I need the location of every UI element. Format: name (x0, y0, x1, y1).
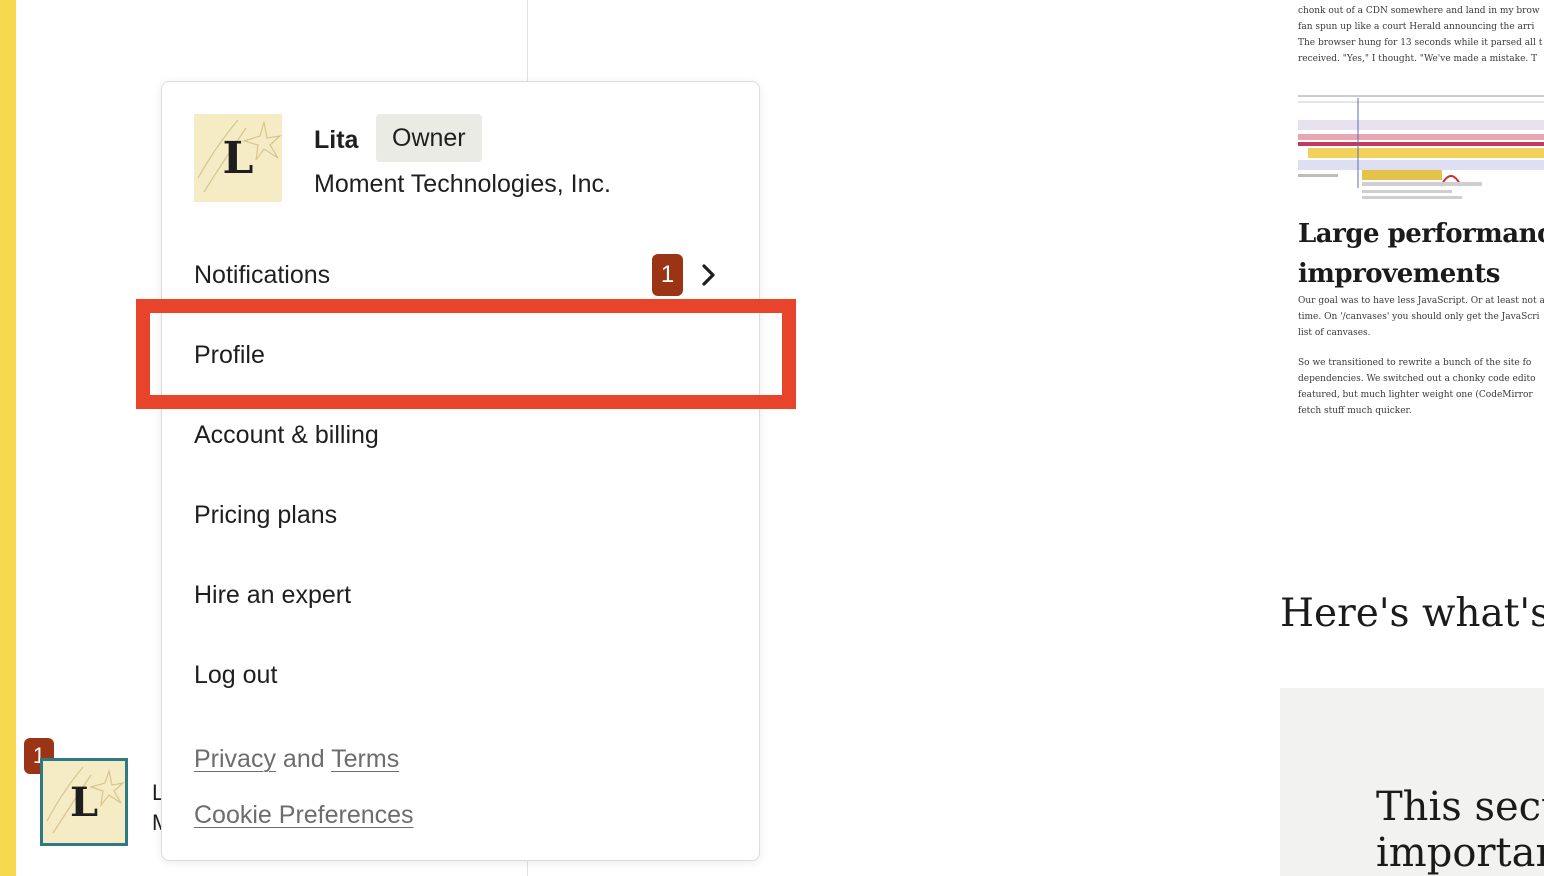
thumb-text-line: chonk out of a CDN somewhere and land in… (1298, 6, 1540, 16)
menu-item-label: Pricing plans (194, 501, 338, 529)
thumb-text-line: fetch stuff much quicker. (1298, 406, 1412, 416)
section-heading: Here's what's h (1280, 591, 1544, 636)
thumb-text-line: fan spun up like a court Herald announci… (1298, 22, 1535, 32)
user-name: Lita (314, 126, 359, 154)
thumb-text-line: So we transitioned to rewrite a bunch of… (1298, 358, 1532, 368)
terms-link[interactable]: Terms (331, 745, 399, 773)
performance-screenshot (1298, 95, 1544, 199)
thumb-text-line: Our goal was to have less JavaScript. Or… (1298, 296, 1544, 306)
menu-item-label: Notifications (194, 261, 331, 289)
thumb-text-line: time. On '/canvases' you should only get… (1298, 312, 1540, 322)
thumb-heading-line-2: improvements (1298, 259, 1500, 289)
thumb-text-line: featured, but much lighter weight one (C… (1298, 390, 1533, 400)
menu-item-log-out[interactable]: Log out (194, 647, 734, 703)
document-thumbnail: chonk out of a CDN somewhere and land in… (1296, 0, 1544, 420)
content-panel: This secti importan (1280, 688, 1544, 876)
avatar-letter: L (69, 778, 99, 826)
privacy-link[interactable]: Privacy (194, 745, 276, 773)
thumb-heading-line-1: Large performance (1298, 219, 1544, 249)
notification-count-badge: 1 (652, 254, 683, 296)
menu-item-profile[interactable]: Profile (194, 327, 734, 383)
and-text: and (282, 745, 325, 773)
panel-text-line-1: This secti (1376, 784, 1544, 830)
cookie-preferences-link[interactable]: Cookie Preferences (194, 801, 414, 829)
thumb-text-line: The browser hung for 13 seconds while it… (1298, 38, 1543, 48)
menu-item-account-billing[interactable]: Account & billing (194, 407, 734, 463)
menu-item-pricing-plans[interactable]: Pricing plans (194, 487, 734, 543)
window-accent-edge (0, 0, 16, 876)
menu-item-label: Log out (194, 661, 278, 689)
menu-item-label: Account & billing (194, 421, 379, 449)
organization-name: Moment Technologies, Inc. (314, 170, 611, 198)
avatar: L (43, 761, 125, 843)
menu-avatar: L (194, 114, 282, 202)
account-menu: L Lita Owner Moment Technologies, Inc. N… (161, 81, 760, 861)
panel-text: This secti importan (1376, 784, 1544, 876)
role-badge: Owner (376, 114, 482, 162)
account-button[interactable]: L (40, 758, 128, 846)
cookie-links: Cookie Preferences (194, 797, 414, 833)
thumb-text-line: list of canvases. (1298, 328, 1371, 338)
thumb-text-line: received. "Yes," I thought. "We've made … (1298, 54, 1538, 64)
menu-item-hire-expert[interactable]: Hire an expert (194, 567, 734, 623)
menu-item-label: Profile (194, 341, 265, 369)
legal-links: Privacy and Terms (194, 741, 399, 777)
chevron-right-icon (702, 264, 715, 286)
menu-item-label: Hire an expert (194, 581, 352, 609)
thumb-text-line: dependencies. We switched out a chonky c… (1298, 374, 1536, 384)
panel-text-line-2: importan (1376, 830, 1544, 876)
menu-avatar-letter: L (222, 132, 254, 184)
